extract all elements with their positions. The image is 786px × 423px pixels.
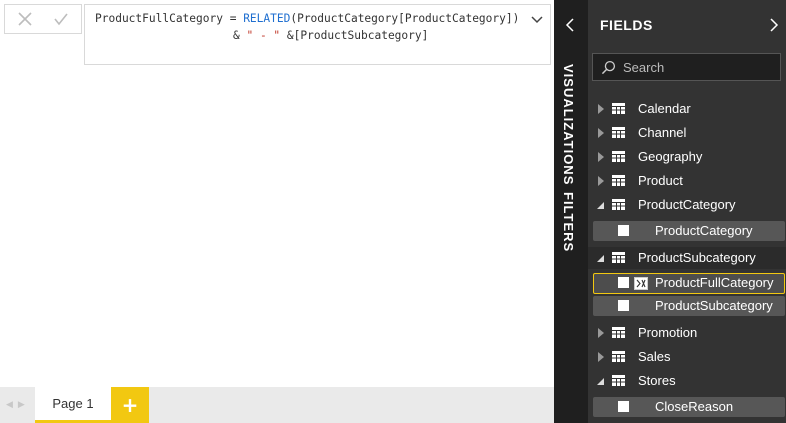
table-row-product[interactable]: Product [588, 170, 786, 192]
search-icon [601, 60, 616, 75]
table-name: Promotion [638, 325, 698, 340]
table-row-calendar[interactable]: Calendar [588, 98, 786, 120]
search-input[interactable] [623, 58, 773, 76]
field-item-selected[interactable]: ProductFullCategory [593, 273, 785, 294]
field-item[interactable]: ProductCategory [593, 221, 785, 241]
table-icon [612, 252, 625, 263]
formula-actions [4, 4, 82, 34]
visualizations-pane-toggle[interactable]: VISUALIZATIONS [561, 64, 576, 185]
table-icon [612, 151, 625, 162]
table-icon [612, 103, 625, 114]
field-checkbox[interactable] [618, 401, 629, 412]
table-row-stores[interactable]: Stores [588, 370, 786, 392]
formula-line-2: & " - " &[ProductSubcategory] [233, 29, 428, 42]
field-name: ProductFullCategory [655, 275, 774, 290]
cancel-formula-button[interactable] [15, 9, 35, 29]
table-row-channel[interactable]: Channel [588, 122, 786, 144]
check-icon [54, 13, 68, 26]
table-icon [612, 199, 625, 210]
expand-arrow-icon[interactable] [597, 352, 605, 362]
formula-line-1: ProductFullCategory = RELATED(ProductCat… [95, 12, 519, 25]
chevron-left-icon[interactable] [563, 17, 579, 33]
table-name: Channel [638, 125, 687, 140]
table-row-sales[interactable]: Sales [588, 346, 786, 368]
fields-search [592, 53, 781, 81]
collapse-arrow-icon[interactable] [597, 253, 605, 263]
expand-arrow-icon[interactable] [597, 176, 605, 186]
expand-arrow-icon[interactable] [597, 128, 605, 138]
formula-operator: & [233, 29, 247, 42]
chevron-down-icon[interactable] [530, 13, 544, 27]
field-name: ProductCategory [655, 223, 753, 238]
field-item[interactable]: ProductSubcategory [593, 296, 785, 316]
collapsed-panes-rail: VISUALIZATIONS FILTERS [554, 0, 588, 423]
fields-pane: FIELDS Calendar Channel Geography Produc… [588, 0, 786, 423]
table-icon [612, 175, 625, 186]
field-name: ProductSubcategory [655, 298, 773, 313]
formula-editor[interactable]: ProductFullCategory = RELATED(ProductCat… [84, 4, 551, 65]
field-checkbox[interactable] [618, 277, 629, 288]
filters-pane-toggle[interactable]: FILTERS [561, 192, 576, 252]
table-icon [612, 127, 625, 138]
field-checkbox[interactable] [618, 300, 629, 311]
table-row-productsubcategory[interactable]: ProductSubcategory [588, 247, 786, 269]
table-name: ProductSubcategory [638, 250, 756, 265]
table-row-promotion[interactable]: Promotion [588, 322, 786, 344]
table-name: Sales [638, 349, 671, 364]
page-tabs-bar: ◀▶ Page 1 + [0, 387, 554, 423]
formula-function: RELATED [243, 12, 291, 25]
formula-column-ref: &[ProductSubcategory] [280, 29, 429, 42]
expand-arrow-icon[interactable] [597, 152, 605, 162]
table-name: ProductCategory [638, 197, 736, 212]
expand-arrow-icon[interactable] [597, 104, 605, 114]
fields-pane-title: FIELDS [600, 17, 653, 33]
table-name: Product [638, 173, 683, 188]
table-row-geography[interactable]: Geography [588, 146, 786, 168]
table-icon [612, 375, 625, 386]
collapse-arrow-icon[interactable] [597, 200, 605, 210]
commit-formula-button[interactable] [51, 9, 71, 29]
table-row-productcategory[interactable]: ProductCategory [588, 194, 786, 216]
table-icon [612, 327, 625, 338]
table-name: Stores [638, 373, 676, 388]
formula-name: ProductFullCategory = [95, 12, 244, 25]
close-icon [18, 12, 32, 26]
page-tab-1[interactable]: Page 1 [35, 387, 111, 423]
field-item[interactable]: CloseReason [593, 397, 785, 417]
chevron-right-icon[interactable] [766, 17, 782, 33]
calculated-column-icon [634, 277, 648, 290]
expand-arrow-icon[interactable] [597, 328, 605, 338]
field-checkbox[interactable] [618, 225, 629, 236]
collapse-arrow-icon[interactable] [597, 376, 605, 386]
formula-argument: (ProductCategory[ProductCategory]) [290, 12, 520, 25]
add-page-button[interactable]: + [111, 387, 149, 423]
page-nav-arrows[interactable]: ◀▶ [6, 400, 30, 410]
table-icon [612, 351, 625, 362]
table-name: Geography [638, 149, 703, 164]
table-name: Calendar [638, 101, 691, 116]
field-name: CloseReason [655, 399, 734, 414]
formula-string: " - " [246, 29, 281, 42]
